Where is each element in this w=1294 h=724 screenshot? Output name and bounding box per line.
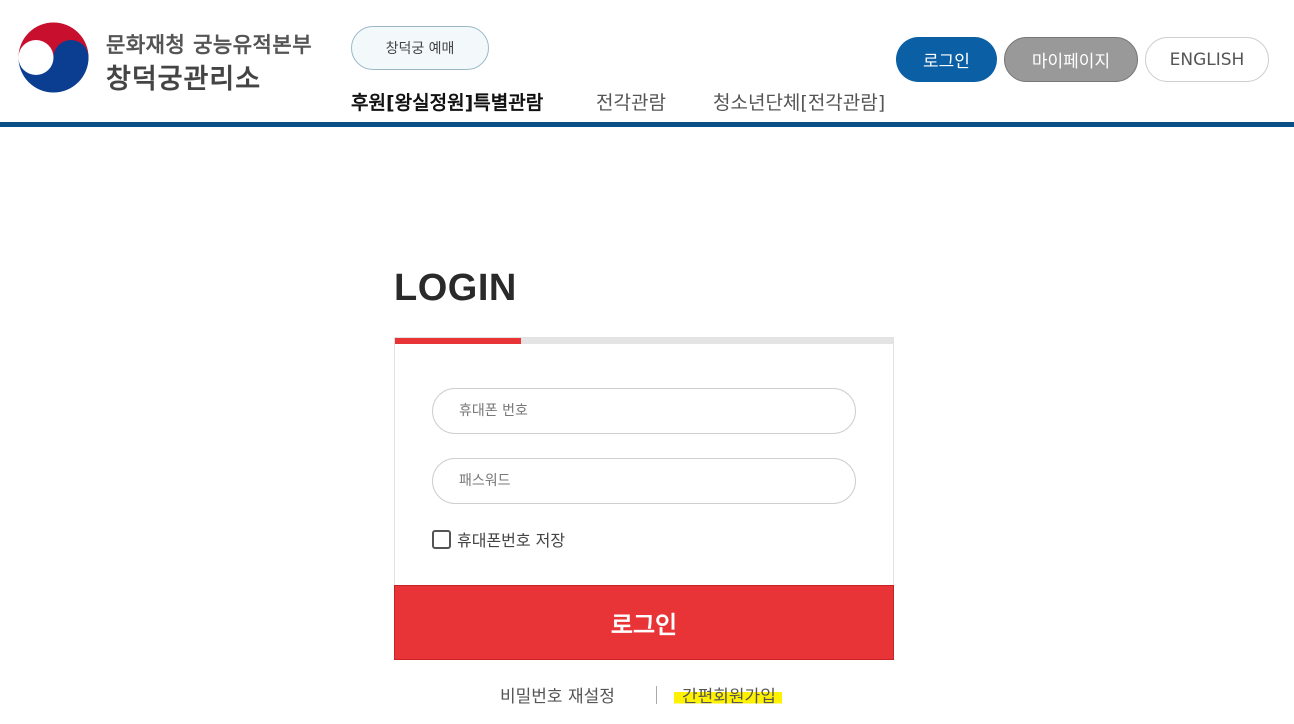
page-title: LOGIN [394, 267, 517, 309]
phone-input[interactable] [432, 388, 856, 434]
nav-item-youth-group[interactable]: 청소년단체[전각관람] [713, 88, 885, 115]
nav-item-garden-tour[interactable]: 후원[왕실정원]특별관람 [351, 88, 543, 115]
nav-item-hall-tour[interactable]: 전각관람 [596, 88, 666, 115]
login-button[interactable]: 로그인 [896, 37, 997, 82]
remember-checkbox[interactable] [432, 529, 451, 549]
password-input[interactable] [432, 458, 856, 504]
mypage-button[interactable]: 마이페이지 [1004, 37, 1138, 82]
taegeuk-emblem-icon [18, 22, 89, 93]
site-header: 문화재청 궁능유적본부 창덕궁관리소 창덕궁 예매 후원[왕실정원]특별관람 전… [0, 0, 1294, 122]
login-tab-indicator [395, 338, 521, 344]
reset-password-link[interactable]: 비밀번호 재설정 [500, 682, 615, 707]
remember-label: 휴대폰번호 저장 [457, 531, 566, 550]
submit-login-button[interactable]: 로그인 [394, 585, 894, 660]
login-links: 비밀번호 재설정 간편회원가입 [394, 682, 894, 710]
header-divider [0, 122, 1294, 127]
english-button[interactable]: ENGLISH [1145, 37, 1269, 82]
logo[interactable]: 문화재청 궁능유적본부 창덕궁관리소 [17, 21, 317, 95]
login-tab-bar [395, 338, 893, 344]
logo-org-name: 문화재청 궁능유적본부 [106, 33, 313, 57]
link-divider [656, 686, 657, 704]
remember-phone-toggle[interactable]: 휴대폰번호 저장 [432, 527, 565, 551]
simple-signup-link[interactable]: 간편회원가입 [674, 682, 782, 707]
login-form: 휴대폰번호 저장 로그인 [394, 337, 894, 660]
reserve-button[interactable]: 창덕궁 예매 [351, 26, 489, 70]
logo-site-name: 창덕궁관리소 [106, 64, 262, 95]
